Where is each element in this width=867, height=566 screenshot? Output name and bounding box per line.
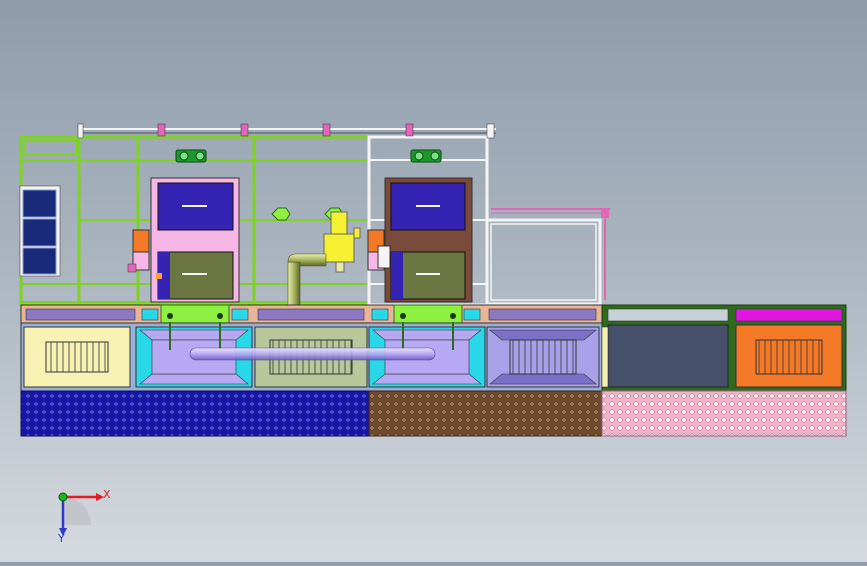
motor-right [410, 149, 442, 163]
assembly-drawing: X Y [19, 123, 847, 545]
cabinet-left [150, 177, 240, 303]
axis-triad: X Y [57, 488, 111, 545]
process-band-right [601, 304, 847, 392]
cad-viewport[interactable]: X Y [0, 0, 867, 562]
process-band-top-strip [20, 304, 603, 326]
fitting-hex-left [271, 207, 291, 221]
base-section-brown [368, 390, 603, 437]
base-section-pink [601, 390, 847, 437]
motor-left [175, 149, 207, 163]
lavender-pipe [189, 347, 436, 361]
side-panel-blue [19, 185, 61, 277]
y-axis-label: Y [57, 532, 65, 545]
base-section-blue [20, 390, 370, 437]
origin-marker [58, 492, 68, 502]
pump-left [127, 229, 150, 273]
cabinet-right [384, 177, 473, 303]
x-axis-label: X [103, 488, 111, 501]
